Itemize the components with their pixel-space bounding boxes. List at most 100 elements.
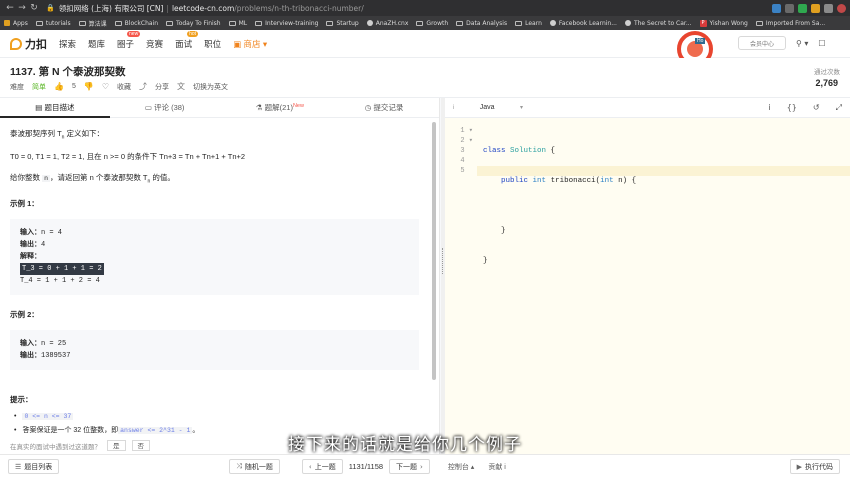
- example-2-block: 输入：n = 25 输出：1389537: [10, 330, 419, 370]
- submissions-label: 通过次数: [814, 69, 840, 76]
- bookmark-folder[interactable]: tutorials: [35, 20, 71, 27]
- extension-icon[interactable]: [811, 3, 820, 13]
- info-icon[interactable]: i: [768, 103, 770, 113]
- info-icon: i: [453, 104, 455, 111]
- page-indicator: 1131/1158: [348, 462, 384, 471]
- leetcode-logo[interactable]: 力扣: [10, 36, 47, 52]
- bookmark-folder[interactable]: Growth: [416, 20, 448, 27]
- bookmark-link[interactable]: The Secret to Car...: [624, 20, 692, 27]
- nav-contest[interactable]: 竞赛: [146, 38, 163, 50]
- submissions-count: 2,769: [815, 78, 838, 88]
- favorite-button[interactable]: 收藏: [117, 82, 131, 92]
- tab-comments[interactable]: ▭ 评论 (38): [110, 98, 220, 118]
- hints-title: 提示：: [10, 395, 33, 404]
- user-menu-icon[interactable]: ☐: [818, 39, 825, 48]
- bookmark-folder[interactable]: ML: [228, 20, 247, 27]
- problem-description: 泰波那契序列 Tn 定义如下： T0 = 0, T1 = 1, T2 = 1, …: [0, 118, 439, 435]
- url-host: leetcode-cn.com: [171, 3, 235, 13]
- line-numbers: 1 ▾ 2 ▾ 3 4 5: [460, 127, 473, 175]
- nav-interview[interactable]: 面试 hot: [175, 30, 199, 50]
- comment-icon: ▭: [144, 102, 154, 112]
- run-code-button[interactable]: ▶ 执行代码: [789, 459, 840, 474]
- extension-icons: [772, 3, 846, 13]
- nav-store[interactable]: ▣ 商店 ▾: [233, 38, 267, 50]
- heart-icon[interactable]: ♡: [102, 82, 109, 91]
- extension-icon[interactable]: [785, 3, 794, 13]
- extension-icon[interactable]: [824, 3, 833, 13]
- problem-list-button[interactable]: ☰ 题目列表: [8, 459, 60, 474]
- nav-circle[interactable]: 圈子 new: [117, 30, 141, 50]
- console-toggle[interactable]: 控制台 ▴: [448, 462, 474, 472]
- difficulty-badge: 简单: [32, 83, 46, 91]
- bookmark-link[interactable]: AnaZH.cnx: [366, 20, 408, 27]
- extension-icon[interactable]: [798, 3, 807, 13]
- profile-icon[interactable]: [837, 3, 846, 13]
- code-line: class Solution {: [483, 147, 556, 155]
- tab-solutions[interactable]: ⚗ 题解(21) New: [220, 98, 330, 118]
- bookmark-folder[interactable]: Interview-training: [255, 20, 318, 27]
- interview-feedback: 在真实的面试中遇到过这道题？ 是 否: [10, 440, 150, 451]
- next-problem-button[interactable]: 下一题 ›: [389, 459, 430, 474]
- forward-icon[interactable]: →: [16, 3, 28, 13]
- no-button[interactable]: 否: [131, 440, 150, 451]
- thumbs-up-icon[interactable]: 👍: [54, 82, 64, 91]
- formula-text: T0 = 0, T1 = 1, T2 = 1, 且在 n >= 0 的条件下 T…: [10, 151, 246, 161]
- random-problem-button[interactable]: ⤨ 随机一题: [229, 459, 280, 474]
- address-bar[interactable]: 🔒 领扣网络 (上海) 有限公司 [CN] | leetcode-cn.com …: [46, 2, 364, 14]
- video-subtitle: 接下来的话就是给你几个例子: [288, 435, 522, 455]
- braces-icon[interactable]: {}: [787, 103, 797, 113]
- chevron-right-icon: ›: [420, 462, 423, 471]
- list-item: 0 <= n <= 37: [14, 413, 429, 420]
- code-area[interactable]: 1 ▾ 2 ▾ 3 4 5 class Solution { public in…: [445, 118, 850, 454]
- new-badge: new: [127, 30, 141, 37]
- tab-description[interactable]: ▤ 题目描述: [0, 98, 110, 118]
- contribute-button[interactable]: 贡献 i: [488, 462, 506, 472]
- notification-icon[interactable]: ⚲ ▾: [796, 39, 808, 48]
- avatar-tag: Ho: [695, 38, 706, 44]
- header-actions: 会员中心 ⚲ ▾ ☐: [738, 36, 826, 50]
- bookmark-link[interactable]: P Yishan Wong: [699, 19, 748, 27]
- bookmark-apps[interactable]: Apps: [4, 20, 28, 27]
- bookmark-link[interactable]: Facebook Learnin...: [549, 20, 617, 27]
- extension-icon[interactable]: [772, 3, 781, 13]
- translate-icon[interactable]: 文: [177, 81, 185, 92]
- bookmark-folder[interactable]: Today To Finish: [166, 20, 221, 27]
- yes-button[interactable]: 是: [107, 440, 126, 451]
- task-text: 给你整数 n ，请返回第 n 个泰波那契数 Tn 的值。: [10, 172, 175, 185]
- logo-icon: [10, 37, 22, 50]
- reset-icon[interactable]: ↺: [813, 103, 820, 113]
- hot-badge: hot: [187, 30, 199, 37]
- nav-jobs[interactable]: 职位: [204, 38, 221, 50]
- nav-problems[interactable]: 题库: [88, 38, 105, 50]
- list-icon: ☰: [15, 462, 22, 471]
- play-icon: ▶: [796, 462, 802, 471]
- bookmark-folder[interactable]: Learn: [515, 20, 542, 27]
- share-icon[interactable]: ⤴: [139, 81, 147, 92]
- url-path: /problems/n-th-tribonacci-number/: [234, 3, 364, 13]
- example-2-title: 示例 2：: [10, 310, 39, 319]
- bookmark-folder[interactable]: Startup: [326, 20, 359, 27]
- fullscreen-icon[interactable]: ⤢: [836, 103, 842, 113]
- switch-english-button[interactable]: 切换为英文: [193, 82, 228, 92]
- bookmark-folder[interactable]: BlockChain: [114, 20, 158, 27]
- prev-problem-button[interactable]: ‹ 上一题: [301, 459, 343, 474]
- drag-handle-icon: [442, 248, 444, 274]
- member-center-button[interactable]: 会员中心: [738, 36, 786, 50]
- problem-header: 1137. 第 N 个泰波那契数 难度 简单 👍 5 👎 ♡ 收藏 ⤴ 分享 文…: [0, 58, 850, 98]
- language-select[interactable]: i Java ▾: [453, 104, 523, 111]
- nav-explore[interactable]: 探索: [59, 38, 76, 50]
- bookmark-folder[interactable]: Data Analysis: [456, 20, 507, 27]
- reload-icon[interactable]: ↻: [28, 3, 40, 13]
- thumbs-down-icon[interactable]: 👎: [84, 82, 94, 91]
- back-icon[interactable]: ←: [4, 3, 16, 13]
- solution-icon: ⚗: [255, 102, 265, 112]
- bookmark-folder[interactable]: 算法课: [78, 19, 107, 28]
- code-lines: class Solution { public int tribonacci(i…: [483, 126, 636, 286]
- bookmark-folder[interactable]: Imported From Sa...: [755, 20, 825, 27]
- browser-toolbar: ← → ↻ 🔒 领扣网络 (上海) 有限公司 [CN] | leetcode-c…: [0, 0, 850, 16]
- code-line: }: [483, 227, 506, 235]
- editor-actions: i {} ↺ ⤢: [768, 103, 842, 113]
- share-button[interactable]: 分享: [155, 82, 169, 92]
- description-scrollbar[interactable]: [432, 122, 436, 380]
- tab-submissions[interactable]: ◷ 提交记录: [329, 98, 439, 118]
